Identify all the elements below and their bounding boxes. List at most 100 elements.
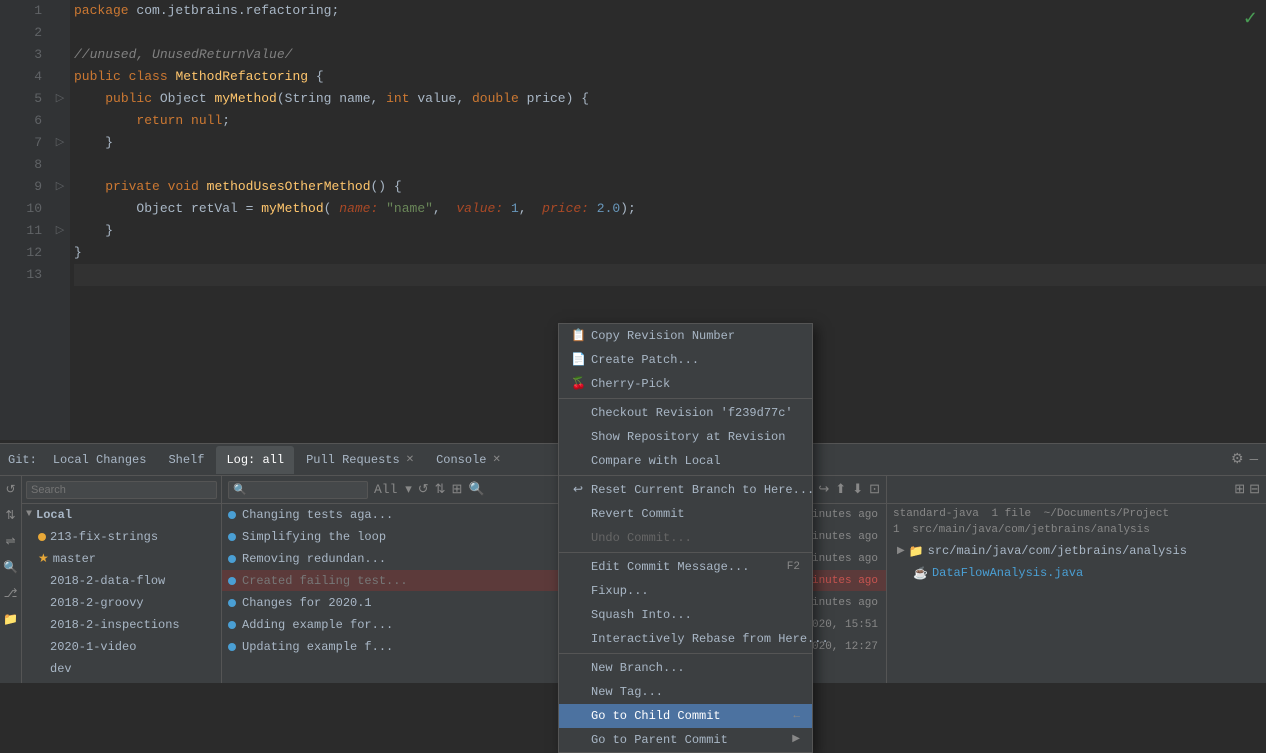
menu-sep-1 (559, 398, 812, 399)
tab-toolbar-icons: ⚙ — (1231, 451, 1266, 468)
context-menu: 📋 Copy Revision Number 📄 Create Patch...… (558, 323, 813, 753)
code-line-11: } (74, 220, 1266, 242)
commit-search-input[interactable] (228, 481, 368, 499)
menu-create-patch[interactable]: 📄 Create Patch... (559, 348, 812, 372)
sidebar-item-2018-2-data-flow[interactable]: 2018-2-data-flow (22, 570, 221, 592)
menu-interactive-rebase[interactable]: Interactively Rebase from Here... (559, 627, 812, 651)
code-line-8 (74, 154, 1266, 176)
tab-local-changes[interactable]: Local Changes (43, 446, 157, 474)
expand-right-icon[interactable]: ⊡ (869, 482, 880, 497)
menu-fixup[interactable]: Fixup... (559, 579, 812, 603)
merge-icon[interactable]: ⇌ (2, 532, 20, 550)
code-line-6: return null; (74, 110, 1266, 132)
code-line-12: } (74, 242, 1266, 264)
code-line-1: package com.jetbrains.refactoring; (74, 0, 1266, 22)
push-icon[interactable]: ⬆ (835, 482, 846, 497)
menu-undo-commit: Undo Commit... (559, 526, 812, 550)
menu-copy-revision[interactable]: 📋 Copy Revision Number (559, 324, 812, 348)
menu-sep-3 (559, 552, 812, 553)
folder-icon-side[interactable]: 📁 (2, 610, 20, 628)
minimize-icon[interactable]: — (1250, 452, 1258, 468)
menu-reset-branch[interactable]: ↩ Reset Current Branch to Here... (559, 478, 812, 502)
menu-go-to-child-commit[interactable]: Go to Child Commit ← (559, 704, 812, 728)
menu-compare-local[interactable]: Compare with Local (559, 449, 812, 473)
check-icon: ✓ (1243, 8, 1258, 30)
folder-display-icon: 📁 (909, 544, 924, 559)
editor-gutter: ▷ ▷ ▷ ▷ (50, 0, 70, 440)
file-tree-root[interactable]: ▶ 📁 src/main/java/com/jetbrains/analysis (893, 540, 1260, 562)
expand-commits-icon[interactable]: ⊞ (452, 482, 463, 497)
cherry-pick-icon: 🍒 (571, 372, 585, 396)
settings-icon[interactable]: ⚙ (1231, 451, 1244, 468)
file-path-label: 1 src/main/java/com/jetbrains/analysis (893, 524, 1260, 536)
file-info-label: standard-java 1 file ~/Documents/Project (893, 508, 1260, 520)
menu-edit-commit-message[interactable]: Edit Commit Message... F2 (559, 555, 812, 579)
file-item-dataflowanalysis[interactable]: ☕ DataFlowAnalysis.java (893, 562, 1260, 584)
code-line-10: Object retVal = myMethod( name: "name", … (74, 198, 1266, 220)
code-line-2 (74, 22, 1266, 44)
git-label: Git: (8, 453, 37, 467)
commit-dot-5 (228, 621, 236, 629)
left-action-icons: ↺ ⇅ ⇌ 🔍 ⎇ 📁 (0, 476, 22, 683)
commit-dot-2 (228, 555, 236, 563)
search-commits-icon[interactable]: 🔍 (468, 482, 484, 497)
sort-commits-icon[interactable]: ⇅ (435, 482, 446, 497)
menu-checkout-revision[interactable]: Checkout Revision 'f239d77c' (559, 401, 812, 425)
line-numbers: 1 2 3 4 5 6 7 8 9 10 11 12 13 (0, 0, 50, 440)
refresh-icon[interactable]: ↺ (2, 480, 20, 498)
commit-dot-6 (228, 643, 236, 651)
menu-revert-commit[interactable]: Revert Commit (559, 502, 812, 526)
branch-indicator-orange (38, 533, 46, 541)
commit-dot-3 (228, 577, 236, 585)
commit-dot-4 (228, 599, 236, 607)
java-file-icon: ☕ (913, 566, 928, 581)
code-line-9: private void methodUsesOtherMethod() { (74, 176, 1266, 198)
tab-shelf[interactable]: Shelf (158, 446, 214, 474)
sidebar-item-master[interactable]: ★ master (22, 548, 221, 570)
redo-icon[interactable]: ↪ (818, 482, 829, 497)
parent-submenu-arrow: ▶ (792, 728, 800, 752)
edit-shortcut: F2 (787, 555, 800, 579)
code-line-3: //unused, UnusedReturnValue/ (74, 44, 1266, 66)
sidebar-item-2018-2-groovy[interactable]: 2018-2-groovy (22, 592, 221, 614)
menu-go-to-parent-commit[interactable]: Go to Parent Commit ▶ (559, 728, 812, 752)
branch-icon[interactable]: ⎇ (2, 584, 20, 602)
pull-icon[interactable]: ⬇ (852, 482, 863, 497)
all-filter-icon[interactable]: All ▾ (374, 482, 412, 497)
menu-squash-into[interactable]: Squash Into... (559, 603, 812, 627)
sidebar-item-2018-2-inspections[interactable]: 2018-2-inspections (22, 614, 221, 636)
close-pull-requests-tab[interactable]: ✕ (406, 454, 414, 466)
right-panel: ⊞ ⊟ standard-java 1 file ~/Documents/Pro… (886, 476, 1266, 683)
tab-log-all[interactable]: Log: all (216, 446, 294, 474)
refresh-commits-icon[interactable]: ↺ (418, 482, 429, 497)
up-down-icon[interactable]: ⇅ (2, 506, 20, 524)
sidebar-tree: ▼ Local 213-fix-strings ★ master 2018-2-… (22, 476, 222, 683)
collapse-tree-icon[interactable]: ⊟ (1249, 482, 1260, 497)
commit-dot-0 (228, 511, 236, 519)
sidebar-item-2020-1-video[interactable]: 2020-1-video (22, 636, 221, 658)
expand-arrow-local: ▼ (26, 504, 32, 526)
code-line-7: } (74, 132, 1266, 154)
search-log-icon[interactable]: 🔍 (2, 558, 20, 576)
commit-dot-1 (228, 533, 236, 541)
expand-tree-icon[interactable]: ⊞ (1234, 482, 1245, 497)
tab-pull-requests[interactable]: Pull Requests ✕ (296, 446, 424, 474)
close-console-tab[interactable]: ✕ (493, 454, 501, 466)
sidebar-item-213-fix-strings[interactable]: 213-fix-strings (22, 526, 221, 548)
child-shortcut: ← (793, 704, 800, 728)
code-line-5: public Object myMethod(String name, int … (74, 88, 1266, 110)
menu-show-repository[interactable]: Show Repository at Revision (559, 425, 812, 449)
menu-sep-2 (559, 475, 812, 476)
folder-expand-icon: ▶ (897, 545, 905, 557)
menu-sep-4 (559, 653, 812, 654)
branch-indicator-star: ★ (38, 548, 49, 570)
sidebar-search-input[interactable] (26, 481, 217, 499)
tab-console[interactable]: Console ✕ (426, 446, 511, 474)
sidebar-item-dev[interactable]: dev (22, 658, 221, 680)
menu-cherry-pick[interactable]: 🍒 Cherry-Pick (559, 372, 812, 396)
menu-new-branch[interactable]: New Branch... (559, 656, 812, 680)
code-line-4: public class MethodRefactoring { (74, 66, 1266, 88)
code-line-13 (74, 264, 1266, 286)
menu-new-tag[interactable]: New Tag... (559, 680, 812, 704)
sidebar-item-local[interactable]: ▼ Local (22, 504, 221, 526)
